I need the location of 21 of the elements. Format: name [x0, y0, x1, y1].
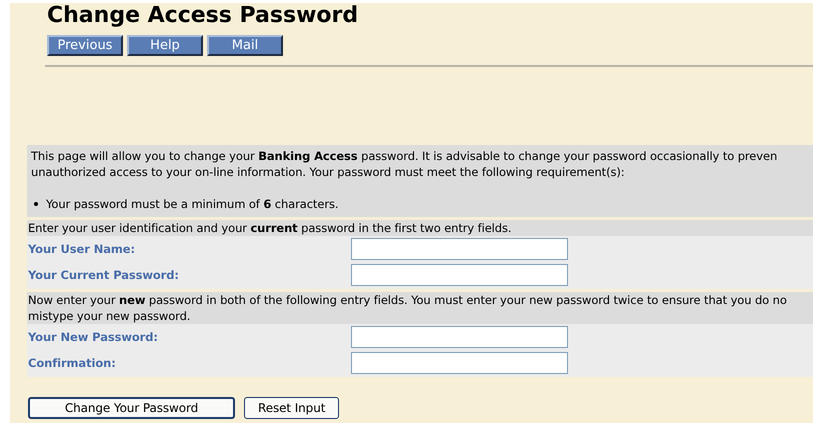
input-field[interactable] [351, 238, 568, 260]
field-label: Confirmation: [27, 355, 117, 371]
form-button[interactable]: Change Your Password [28, 397, 235, 419]
intro-text: unauthorized access to your on-line information. Your password must meet the following requirement(s): [31, 164, 626, 180]
page-title: Change Access Password [47, 3, 360, 29]
field-label: Your New Password: [27, 329, 159, 345]
input-field[interactable] [351, 352, 568, 374]
nav-button[interactable]: Mail [207, 35, 283, 56]
field-label: Your User Name: [27, 241, 136, 257]
intro-text: This page will allow you to change your Banking Access password. It is advisable to change your password occasionally to preven [31, 148, 778, 164]
input-field[interactable] [351, 264, 568, 286]
form-button[interactable]: Reset Input [244, 397, 340, 419]
instruction-text: mistype your new password. [28, 308, 192, 324]
field-label: Your Current Password: [27, 267, 180, 283]
instruction-text: Enter your user identification and your current password in the first two entry fields. [28, 220, 512, 236]
nav-button[interactable]: Previous [47, 35, 123, 56]
requirement-text: Your password must be a minimum of 6 characters. [46, 196, 338, 212]
instruction-text: Now enter your new password in both of the following entry fields. You must enter your new password twice to ensure that you do no [28, 292, 788, 308]
input-field[interactable] [351, 326, 568, 348]
bullet-icon [34, 202, 38, 206]
nav-button[interactable]: Help [127, 35, 203, 56]
